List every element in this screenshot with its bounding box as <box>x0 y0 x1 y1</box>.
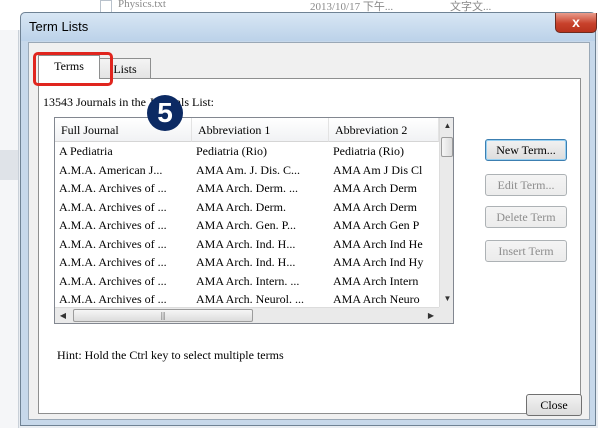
term-lists-dialog: Term Lists x Terms Lists 13543 Journals … <box>20 12 597 426</box>
insert-term-button[interactable]: Insert Term <box>485 240 567 262</box>
cell-abbreviation-1: Pediatria (Rio) <box>196 144 267 158</box>
table-row[interactable]: A.M.A. Archives of ... AMA Arch. Neurol. … <box>55 290 439 307</box>
table-row[interactable]: A.M.A. Archives of ... AMA Arch. Derm. AMA… <box>55 198 439 217</box>
column-header-abbreviation-1[interactable]: Abbreviation 1 <box>192 118 329 142</box>
cell-abbreviation-2: AMA Arch Gen P <box>333 218 420 232</box>
table-row[interactable]: A Pediatria Pediatria (Rio) Pediatria (Rio… <box>55 142 439 161</box>
table-row[interactable]: A.M.A. Archives of ... AMA Arch. Gen. P..… <box>55 216 439 235</box>
cell-abbreviation-1: AMA Arch. Intern. ... <box>196 273 300 288</box>
vertical-scroll-thumb[interactable] <box>441 137 453 157</box>
cell-full-journal: A.M.A. Archives of ... <box>59 181 167 195</box>
cell-full-journal: A.M.A. American J... <box>59 162 163 177</box>
background-nav-item[interactable] <box>0 150 18 180</box>
edit-term-button[interactable]: Edit Term... <box>485 174 567 196</box>
cell-abbreviation-1: AMA Arch. Ind. H... <box>196 236 296 251</box>
cell-abbreviation-2: AMA Arch Intern <box>333 273 419 288</box>
journal-rows: A Pediatria Pediatria (Rio) Pediatria (Rio… <box>55 142 439 307</box>
scrollbar-corner <box>439 307 453 323</box>
cell-abbreviation-1: AMA Arch. Ind. H... <box>196 255 296 269</box>
cell-abbreviation-2: AMA Arch Neuro <box>333 292 420 306</box>
cell-full-journal: A.M.A. Archives of ... <box>59 199 167 214</box>
dialog-title: Term Lists <box>29 19 89 34</box>
scroll-right-icon[interactable]: ▶ <box>423 308 439 323</box>
cell-abbreviation-1: AMA Arch. Derm. <box>196 199 286 214</box>
cell-abbreviation-2: Pediatria (Rio) <box>333 144 404 158</box>
cell-abbreviation-2: AMA Arch Derm <box>333 181 417 195</box>
cell-abbreviation-2: AMA Am J Dis Cl <box>333 162 423 177</box>
cell-full-journal: A.M.A. Archives of ... <box>59 236 167 251</box>
cell-abbreviation-2: AMA Arch Derm <box>333 199 417 214</box>
table-row[interactable]: A.M.A. Archives of ... AMA Arch. Intern. … <box>55 272 439 291</box>
cell-full-journal: A.M.A. Archives of ... <box>59 255 167 269</box>
delete-term-button[interactable]: Delete Term <box>485 206 567 228</box>
journal-count-label: 13543 Journals in the Journals List: <box>43 95 214 109</box>
close-button[interactable]: Close <box>526 394 582 416</box>
scroll-up-icon[interactable]: ▲ <box>440 118 453 134</box>
vertical-scrollbar[interactable]: ▲ ▼ <box>439 118 453 307</box>
cell-abbreviation-2: AMA Arch Ind He <box>333 236 423 251</box>
horizontal-scroll-thumb[interactable]: ||| <box>73 309 253 322</box>
background-nav-pane <box>0 30 19 428</box>
table-row[interactable]: A.M.A. Archives of ... AMA Arch. Derm. ..… <box>55 179 439 198</box>
cell-abbreviation-1: AMA Arch. Neurol. ... <box>196 292 304 306</box>
cell-abbreviation-1: AMA Arch. Gen. P... <box>196 218 297 232</box>
cell-abbreviation-2: AMA Arch Ind Hy <box>333 255 424 269</box>
column-header-abbreviation-2[interactable]: Abbreviation 2 <box>329 118 439 142</box>
journal-list-view[interactable]: Full Journal Abbreviation 1 Abbreviation… <box>54 117 454 324</box>
cell-abbreviation-1: AMA Am. J. Dis. C... <box>196 162 301 177</box>
scroll-down-icon[interactable]: ▼ <box>440 291 453 307</box>
table-row[interactable]: A.M.A. Archives of ... AMA Arch. Ind. H..… <box>55 235 439 254</box>
new-term-button[interactable]: New Term... <box>485 139 567 161</box>
table-row[interactable]: A.M.A. American J... AMA Am. J. Dis. C...… <box>55 161 439 180</box>
dialog-client-area: Terms Lists 13543 Journals in the Journa… <box>28 42 590 420</box>
horizontal-scrollbar[interactable]: ◀ ||| ▶ <box>55 307 439 323</box>
cell-full-journal: A.M.A. Archives of ... <box>59 292 167 306</box>
table-row[interactable]: A.M.A. Archives of ... AMA Arch. Ind. H..… <box>55 253 439 272</box>
step-badge: 5 <box>147 95 183 131</box>
cell-full-journal: A Pediatria <box>59 144 113 158</box>
close-icon[interactable]: x <box>555 13 597 33</box>
selection-hint: Hint: Hold the Ctrl key to select multip… <box>57 348 284 362</box>
cell-abbreviation-1: AMA Arch. Derm. ... <box>196 181 298 195</box>
scroll-left-icon[interactable]: ◀ <box>55 308 71 323</box>
cell-full-journal: A.M.A. Archives of ... <box>59 273 167 288</box>
background-file-name: Physics.txt <box>118 0 166 10</box>
dialog-title-bar[interactable]: Term Lists x <box>21 13 597 41</box>
cell-full-journal: A.M.A. Archives of ... <box>59 218 167 232</box>
terms-tab-highlight <box>33 52 113 86</box>
